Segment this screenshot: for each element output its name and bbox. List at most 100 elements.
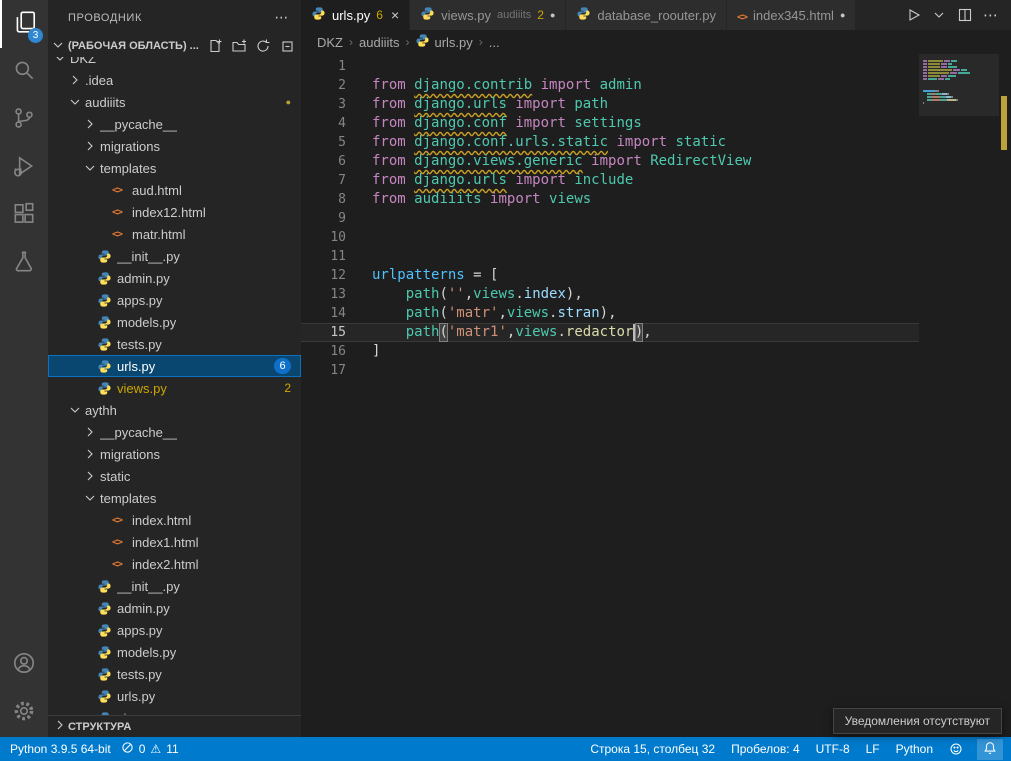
indentation[interactable]: Пробелов: 4: [729, 742, 802, 756]
tree-item-admin.py[interactable]: admin.py: [48, 267, 301, 289]
tree-item-index2.html[interactable]: <>index2.html: [48, 553, 301, 575]
tree-item-models.py[interactable]: models.py: [48, 641, 301, 663]
code-line[interactable]: 13 path('',views.index),: [301, 285, 919, 304]
overview-ruler[interactable]: [997, 54, 1011, 737]
activity-account-button[interactable]: [0, 641, 48, 689]
cursor-position[interactable]: Строка 15, столбец 32: [588, 742, 717, 756]
tree-item-label: index.html: [132, 513, 191, 528]
code-line[interactable]: 6from django.views.generic import Redire…: [301, 152, 919, 171]
tab-bar: urls.py6×views.pyaudiiits2●database_roou…: [301, 0, 1011, 30]
refresh-icon[interactable]: [255, 38, 271, 54]
tree-item-urls.py[interactable]: urls.py: [48, 685, 301, 707]
activity-run-debug-button[interactable]: [0, 144, 48, 192]
breadcrumb-item-audiiits[interactable]: audiiits: [359, 35, 399, 50]
explorer-more-button[interactable]: ⋯: [274, 9, 289, 26]
tree-item-admin.py[interactable]: admin.py: [48, 597, 301, 619]
tree-item-.idea[interactable]: .idea: [48, 69, 301, 91]
dirty-indicator[interactable]: ●: [550, 10, 555, 20]
tree-item-templates[interactable]: templates: [48, 157, 301, 179]
code-line[interactable]: 2from django.contrib import admin: [301, 76, 919, 95]
tree-item-__pycache__[interactable]: __pycache__: [48, 421, 301, 443]
new-file-icon[interactable]: [207, 38, 223, 54]
tree-item-views.py[interactable]: views.py2: [48, 377, 301, 399]
tree-item-index.html[interactable]: <>index.html: [48, 509, 301, 531]
code-line[interactable]: 7from django.urls import include: [301, 171, 919, 190]
activity-search-button[interactable]: [0, 48, 48, 96]
eol-sequence[interactable]: LF: [864, 742, 882, 756]
code-line[interactable]: 5from django.conf.urls.static import sta…: [301, 133, 919, 152]
breadcrumb-item-dkz[interactable]: DKZ: [317, 35, 343, 50]
new-folder-icon[interactable]: [231, 38, 247, 54]
tree-item-apps.py[interactable]: apps.py: [48, 619, 301, 641]
tree-item-static[interactable]: static: [48, 465, 301, 487]
python-file-icon: [576, 6, 591, 24]
language-mode[interactable]: Python: [894, 742, 935, 756]
tree-item-__init__.py[interactable]: __init__.py: [48, 575, 301, 597]
run-button[interactable]: [905, 7, 921, 23]
code-line[interactable]: 12urlpatterns = [: [301, 266, 919, 285]
code-line[interactable]: 8from audiiits import views: [301, 190, 919, 209]
problems-indicator[interactable]: 0 ⚠ 11: [119, 741, 181, 757]
activity-source-control-button[interactable]: [0, 96, 48, 144]
tab-urls.py[interactable]: urls.py6×: [301, 0, 410, 30]
tree-item-audiiits[interactable]: audiiits●: [48, 91, 301, 113]
code-line[interactable]: 15 path('matr1',views.redactor),: [301, 323, 919, 342]
tree-item-migrations[interactable]: migrations: [48, 135, 301, 157]
split-editor-icon[interactable]: [957, 7, 973, 23]
code-line[interactable]: 14 path('matr',views.stran),: [301, 304, 919, 323]
chevron-down-icon: [67, 402, 83, 418]
tree-item-apps.py[interactable]: apps.py: [48, 289, 301, 311]
code-line[interactable]: 3from django.urls import path: [301, 95, 919, 114]
code-line[interactable]: 10: [301, 228, 919, 247]
code-token: [566, 171, 574, 190]
tab-views.py[interactable]: views.pyaudiiits2●: [410, 0, 566, 30]
python-version[interactable]: Python 3.9.5 64-bit: [8, 742, 113, 756]
run-dropdown-chevron-icon[interactable]: [931, 7, 947, 23]
code-line[interactable]: 11: [301, 247, 919, 266]
tree-item-migrations[interactable]: migrations: [48, 443, 301, 465]
tree-item-matr.html[interactable]: <>matr.html: [48, 223, 301, 245]
code-line[interactable]: 9: [301, 209, 919, 228]
tree-item-urls.py[interactable]: urls.py6: [48, 355, 301, 377]
python-file-icon: [97, 337, 115, 352]
html-file-icon: <>: [737, 8, 747, 23]
minimap[interactable]: [921, 57, 997, 108]
activity-settings-button[interactable]: [0, 689, 48, 737]
tree-item-index12.html[interactable]: <>index12.html: [48, 201, 301, 223]
tree-item-tests.py[interactable]: tests.py: [48, 333, 301, 355]
code-line[interactable]: 16]: [301, 342, 919, 361]
tree-item-__init__.py[interactable]: __init__.py: [48, 245, 301, 267]
editor[interactable]: 12from django.contrib import admin3from …: [301, 54, 1011, 737]
tree-item-templates[interactable]: templates: [48, 487, 301, 509]
tree-item-index1.html[interactable]: <>index1.html: [48, 531, 301, 553]
breadcrumb-label: audiiits: [359, 35, 399, 50]
feedback-icon[interactable]: [947, 742, 965, 756]
tree-item-__pycache__[interactable]: __pycache__: [48, 113, 301, 135]
activity-explorer-button[interactable]: 3: [0, 0, 48, 48]
code-line[interactable]: 17: [301, 361, 919, 380]
code-line[interactable]: 4from django.conf import settings: [301, 114, 919, 133]
code-line[interactable]: 1: [301, 57, 919, 76]
activity-extensions-button[interactable]: [0, 192, 48, 240]
close-icon[interactable]: ×: [391, 7, 399, 23]
collapse-all-icon[interactable]: [279, 38, 295, 54]
tree-item-views.py[interactable]: views.py: [48, 707, 301, 715]
workspace-section-header[interactable]: (РАБОЧАЯ ОБЛАСТЬ) ...: [48, 35, 301, 57]
tree-item-aud.html[interactable]: <>aud.html: [48, 179, 301, 201]
more-actions-icon[interactable]: ⋯: [983, 6, 999, 24]
tree-item-dkz[interactable]: DKZ: [48, 57, 301, 69]
dirty-indicator[interactable]: ●: [840, 10, 845, 20]
tree-item-models.py[interactable]: models.py: [48, 311, 301, 333]
tree-item-aythh[interactable]: aythh: [48, 399, 301, 421]
tab-database_roouter.py[interactable]: database_roouter.py: [566, 0, 727, 30]
outline-section-header[interactable]: СТРУКТУРА: [48, 715, 301, 737]
code-token: ]: [372, 342, 380, 361]
encoding[interactable]: UTF-8: [814, 742, 852, 756]
breadcrumb-item-urls.py[interactable]: urls.py: [415, 33, 472, 51]
breadcrumb-item-...[interactable]: ...: [489, 35, 500, 50]
notifications-bell[interactable]: [977, 739, 1003, 760]
tree-item-tests.py[interactable]: tests.py: [48, 663, 301, 685]
tab-index345.html[interactable]: <>index345.html●: [727, 0, 856, 30]
activity-testing-button[interactable]: [0, 240, 48, 288]
code-area[interactable]: 12from django.contrib import admin3from …: [301, 57, 919, 380]
